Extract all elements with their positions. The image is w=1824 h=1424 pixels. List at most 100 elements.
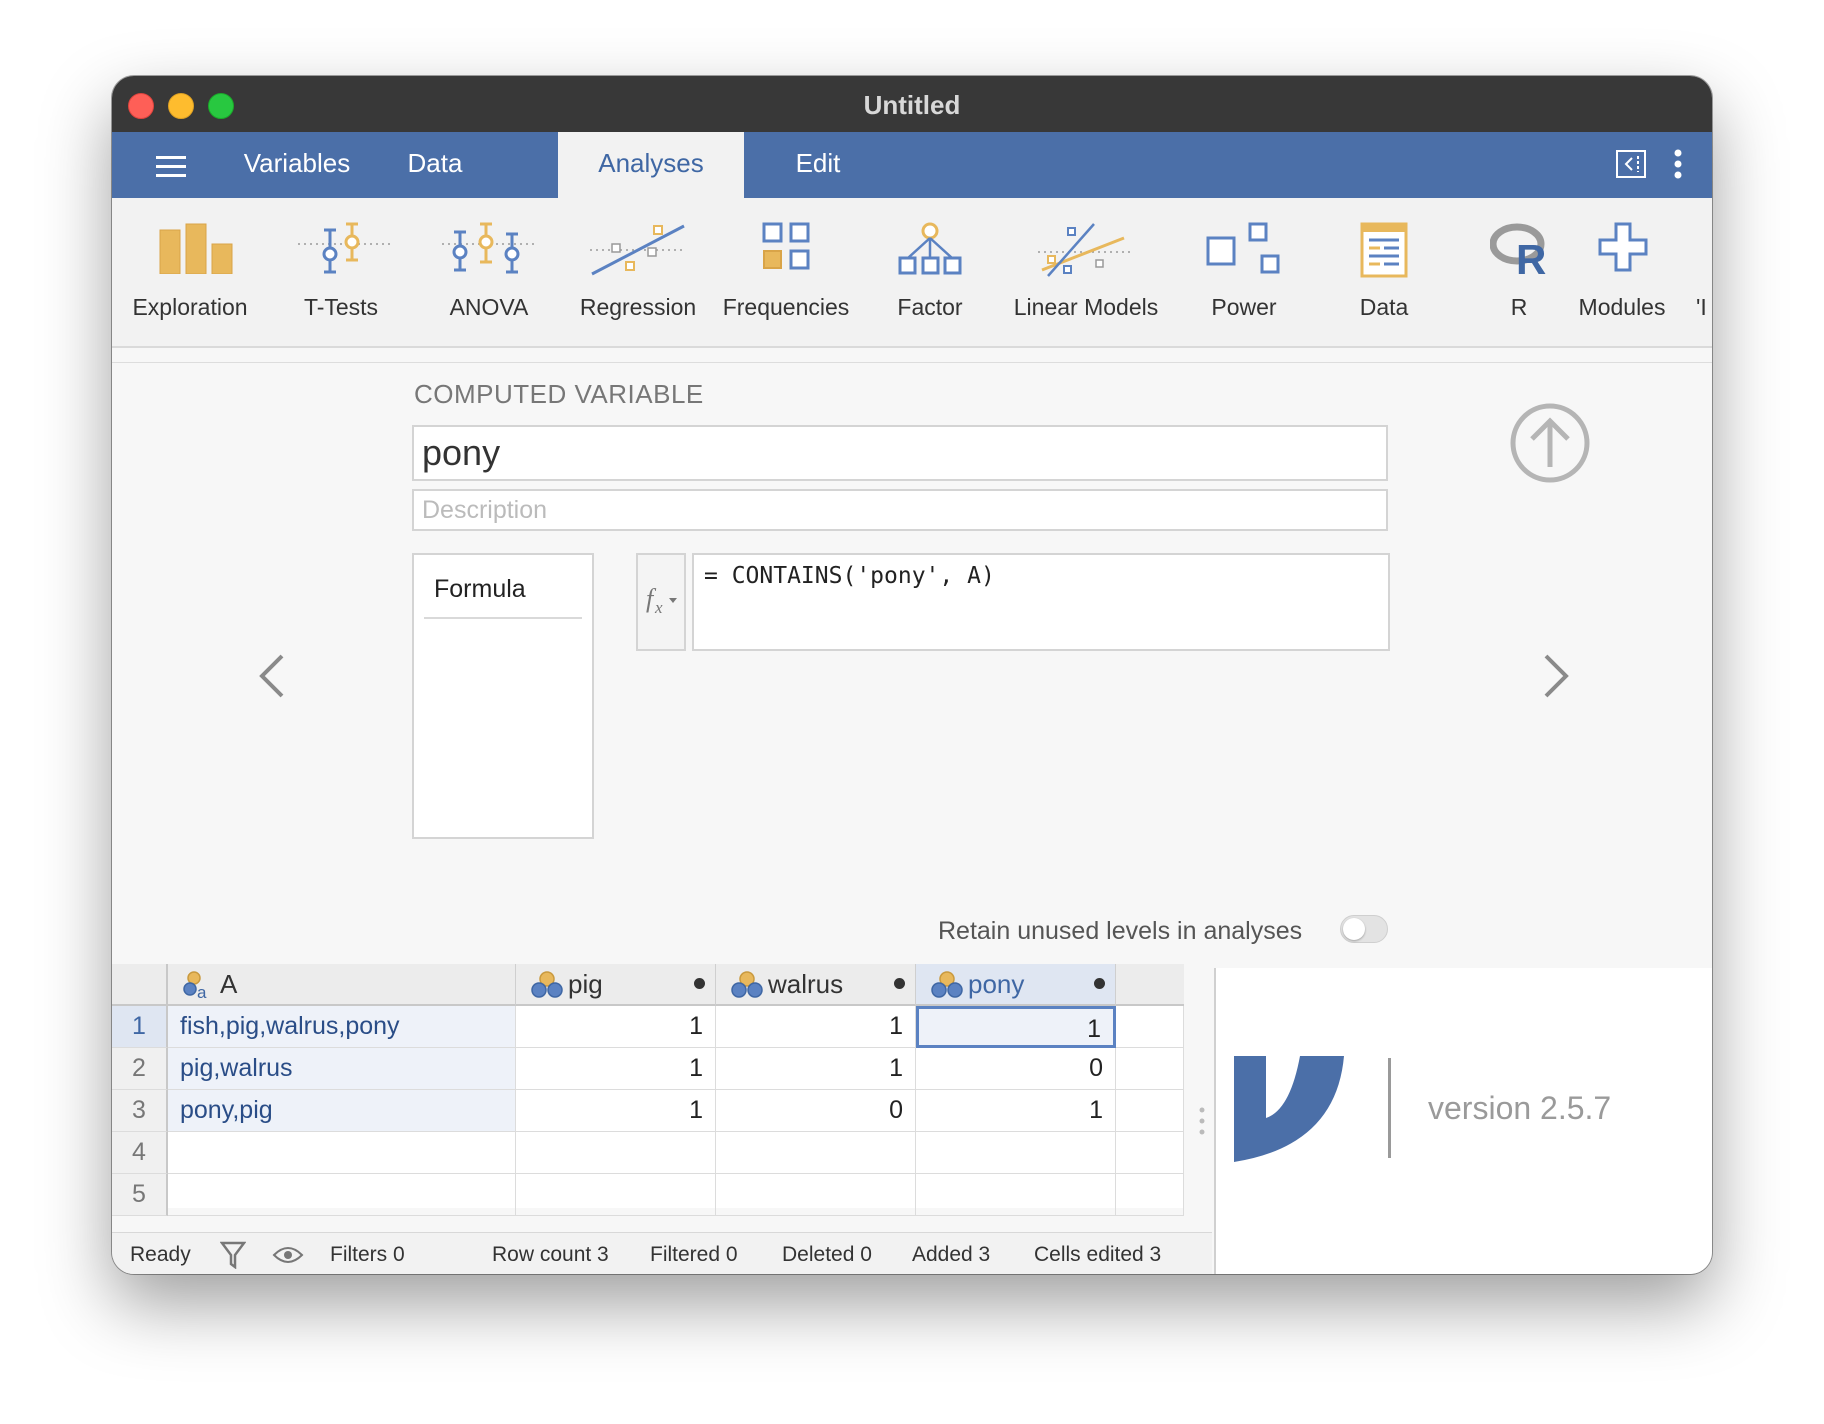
toolbar-label: Factor: [897, 294, 963, 320]
table-cell[interactable]: [1116, 1048, 1184, 1090]
toolbar-label: R: [1510, 294, 1528, 320]
toolbar-factor[interactable]: Factor: [868, 198, 992, 346]
panel-splitter-handle-icon[interactable]: [1198, 1106, 1206, 1136]
table-cell[interactable]: [716, 1174, 916, 1216]
table-cell[interactable]: [516, 1174, 716, 1216]
computed-column-indicator: [1094, 978, 1105, 989]
table-cell[interactable]: 1: [916, 1090, 1116, 1132]
analyses-toolbar: Exploration T-Tests ANOVA Regression Fre…: [112, 198, 1712, 348]
svg-text:x: x: [654, 598, 663, 617]
variable-name-field[interactable]: pony: [412, 425, 1388, 481]
computed-column-indicator: [894, 978, 905, 989]
toolbar-label: Modules: [1578, 294, 1666, 320]
table-cell[interactable]: [1116, 1090, 1184, 1132]
eye-icon[interactable]: [272, 1245, 304, 1265]
toolbar-label: Power: [1211, 294, 1277, 320]
toolbar-regression[interactable]: Regression: [568, 198, 708, 346]
formula-list: Formula: [412, 553, 594, 839]
table-cell[interactable]: [1116, 1132, 1184, 1174]
formula-list-item[interactable]: Formula: [424, 575, 582, 619]
table-cell[interactable]: 1: [516, 1048, 716, 1090]
retain-unused-levels-toggle[interactable]: [1340, 915, 1388, 943]
table-cell[interactable]: 1: [716, 1006, 916, 1048]
status-cells-edited: Cells edited 3: [1034, 1243, 1162, 1266]
toolbar-label: Frequencies: [722, 294, 850, 320]
empty-column-header[interactable]: [1116, 964, 1184, 1006]
power-icon: [1206, 222, 1280, 274]
column-header-pig[interactable]: pig: [516, 964, 716, 1006]
toolbar-label: T-Tests: [303, 294, 379, 320]
title-bar: Untitled: [112, 76, 1712, 132]
next-variable-icon[interactable]: [1540, 653, 1572, 699]
toolbar-data[interactable]: Data: [1322, 198, 1446, 346]
hamburger-menu-icon[interactable]: [156, 156, 186, 178]
version-label: version 2.5.7: [1428, 1090, 1612, 1126]
table-cell[interactable]: [916, 1174, 1116, 1216]
toolbar-r[interactable]: R R: [1474, 198, 1564, 346]
nominal-variable-icon: [931, 971, 963, 998]
toolbar-overflow-item[interactable]: 'I: [1696, 294, 1707, 321]
tab-edit[interactable]: Edit: [762, 132, 874, 198]
row-number[interactable]: 5: [112, 1174, 168, 1216]
column-header-walrus[interactable]: walrus: [716, 964, 916, 1006]
previous-variable-icon[interactable]: [256, 653, 288, 699]
toolbar-t-tests[interactable]: T-Tests: [272, 198, 410, 346]
function-picker-button[interactable]: f x: [636, 553, 686, 651]
tab-analyses[interactable]: Analyses: [558, 132, 744, 198]
more-options-icon[interactable]: [1672, 148, 1684, 180]
table-cell[interactable]: pony,pig: [168, 1090, 516, 1132]
anova-icon: [442, 222, 538, 274]
row-number[interactable]: 3: [112, 1090, 168, 1132]
filter-icon[interactable]: [220, 1241, 246, 1269]
row-number[interactable]: 2: [112, 1048, 168, 1090]
toolbar-label: ANOVA: [449, 294, 529, 320]
table-cell[interactable]: [516, 1132, 716, 1174]
toolbar-modules[interactable]: Modules: [1570, 198, 1674, 346]
toolbar-label: Regression: [579, 294, 697, 320]
table-cell[interactable]: 1: [716, 1048, 916, 1090]
tab-variables[interactable]: Variables: [226, 132, 368, 198]
table-cell[interactable]: 1: [516, 1006, 716, 1048]
table-cell[interactable]: 1: [516, 1090, 716, 1132]
frequencies-icon: [762, 222, 810, 270]
tab-data[interactable]: Data: [380, 132, 490, 198]
table-cell[interactable]: [168, 1132, 516, 1174]
table-cell[interactable]: [168, 1174, 516, 1216]
status-ready: Ready: [130, 1243, 191, 1266]
t-tests-icon: [298, 222, 390, 274]
description-field[interactable]: Description: [412, 489, 1388, 531]
toolbar-frequencies[interactable]: Frequencies: [716, 198, 856, 346]
table-cell[interactable]: fish,pig,walrus,pony: [168, 1006, 516, 1048]
table-cell[interactable]: pig,walrus: [168, 1048, 516, 1090]
toolbar-exploration[interactable]: Exploration: [118, 198, 262, 346]
row-number[interactable]: 4: [112, 1132, 168, 1174]
linear-models-icon: [1038, 223, 1134, 277]
toolbar-label: Data: [1359, 294, 1409, 320]
results-welcome-panel: version 2.5.7: [1214, 968, 1712, 1274]
table-cell[interactable]: [1116, 1006, 1184, 1048]
table-cell[interactable]: [916, 1132, 1116, 1174]
logo-divider: [1388, 1058, 1391, 1158]
column-header-pony[interactable]: pony: [916, 964, 1116, 1006]
toolbar-linear-models[interactable]: Linear Models: [1000, 198, 1172, 346]
table-cell[interactable]: [1116, 1174, 1184, 1216]
svg-text:R: R: [1516, 236, 1546, 276]
r-icon: R: [1490, 223, 1546, 276]
selected-cell[interactable]: 1: [916, 1006, 1116, 1048]
table-cell[interactable]: [716, 1132, 916, 1174]
toggle-results-panel-icon[interactable]: [1616, 150, 1646, 178]
nominal-variable-icon: [731, 971, 763, 998]
table-cell[interactable]: 0: [916, 1048, 1116, 1090]
bar-chart-icon: [159, 223, 233, 274]
row-number[interactable]: 1: [112, 1006, 168, 1048]
toolbar-power[interactable]: Power: [1182, 198, 1306, 346]
corner-cell[interactable]: [112, 964, 168, 1006]
toolbar-anova[interactable]: ANOVA: [420, 198, 558, 346]
column-name: A: [220, 969, 238, 999]
status-deleted: Deleted 0: [782, 1243, 872, 1266]
table-cell[interactable]: 0: [716, 1090, 916, 1132]
collapse-editor-icon[interactable]: [1508, 401, 1592, 485]
column-header-a[interactable]: a A: [168, 964, 516, 1006]
formula-input[interactable]: = CONTAINS('pony', A): [692, 553, 1390, 651]
status-added: Added 3: [912, 1243, 991, 1266]
